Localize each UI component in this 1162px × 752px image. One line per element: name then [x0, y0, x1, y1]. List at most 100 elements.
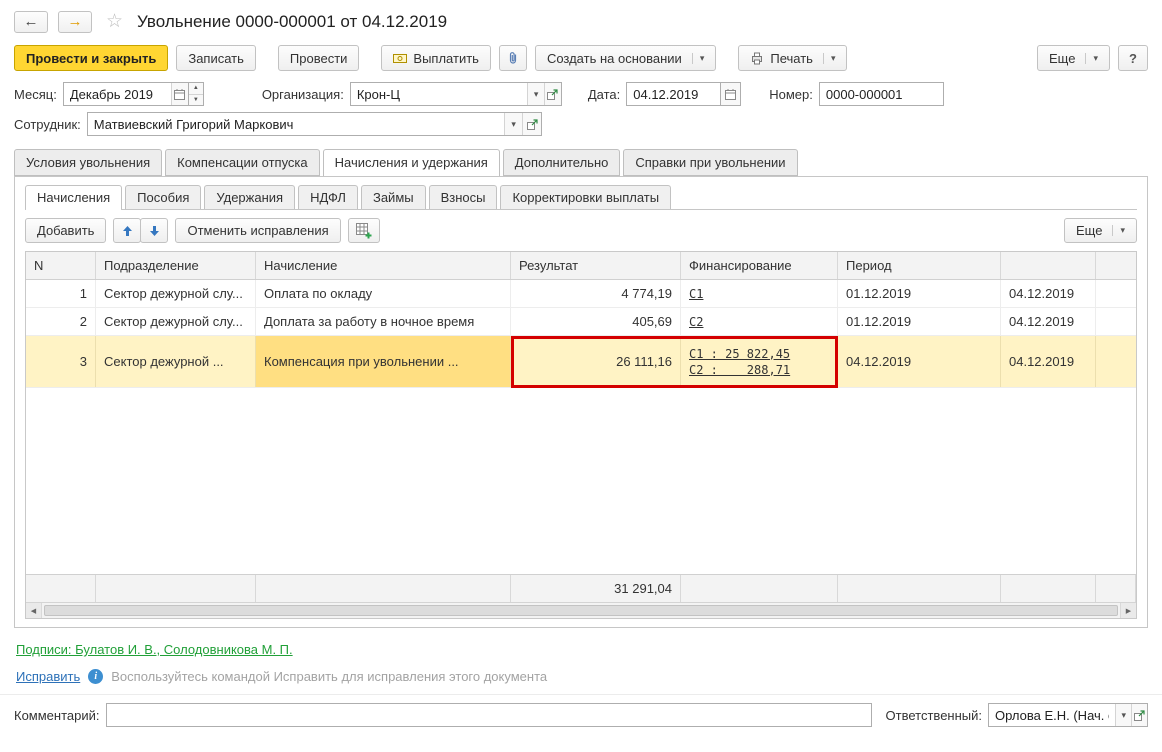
cell-financing[interactable]: С1 : 25 822,45 С2 : 288,71 — [681, 336, 838, 387]
subtab-accruals[interactable]: Начисления — [25, 185, 123, 210]
cell-extra[interactable] — [1096, 280, 1136, 307]
month-calendar-button[interactable] — [170, 83, 188, 105]
signatures-link[interactable]: Подписи: Булатов И. В., Солодовникова М.… — [16, 642, 293, 657]
add-button[interactable]: Добавить — [25, 218, 107, 243]
table-row[interactable]: 1 Сектор дежурной слу... Оплата по оклад… — [26, 280, 1136, 308]
cell-department[interactable]: Сектор дежурной слу... — [96, 280, 256, 307]
move-down-button[interactable] — [140, 218, 169, 243]
employee-dropdown-button[interactable]: ▾ — [503, 113, 523, 135]
tab-vacation-compensation[interactable]: Компенсации отпуска — [165, 149, 320, 176]
grid-toolbar: Добавить Отменить исправления Еще ▾ — [25, 210, 1137, 251]
number-input[interactable] — [819, 83, 943, 105]
subtab-benefits[interactable]: Пособия — [125, 185, 202, 209]
subtab-ndfl[interactable]: НДФЛ — [298, 185, 358, 209]
fields-row-2: Сотрудник: ▾ — [0, 109, 1162, 139]
cancel-corrections-button[interactable]: Отменить исправления — [175, 218, 341, 243]
financing-link[interactable]: С2 — [689, 315, 703, 329]
date-input[interactable] — [627, 83, 721, 105]
post-and-close-button[interactable]: Провести и закрыть — [14, 45, 169, 71]
cell-extra[interactable] — [1096, 308, 1136, 335]
more-button[interactable]: Еще ▾ — [1037, 45, 1110, 71]
horizontal-scrollbar[interactable]: ◀ ▶ — [26, 602, 1136, 618]
month-input[interactable] — [63, 83, 171, 105]
column-header-result[interactable]: Результат — [511, 252, 681, 279]
column-header-financing[interactable]: Финансирование — [681, 252, 838, 279]
spinner-down-button[interactable]: ▼ — [188, 94, 203, 105]
nav-forward-button[interactable]: → — [58, 10, 92, 33]
cell-accrual-selected[interactable]: Компенсация при увольнении ... — [256, 336, 511, 387]
cell-accrual[interactable]: Оплата по окладу — [256, 280, 511, 307]
subtab-deductions[interactable]: Удержания — [204, 185, 296, 209]
column-header-extra[interactable] — [1096, 252, 1136, 279]
column-header-period-end[interactable] — [1001, 252, 1096, 279]
pay-button[interactable]: Выплатить — [381, 45, 491, 71]
tab-dismissal-conditions[interactable]: Условия увольнения — [14, 149, 163, 176]
cell-period-end[interactable]: 04.12.2019 — [1001, 280, 1096, 307]
spinner-up-button[interactable]: ▲ — [188, 83, 203, 95]
banknote-icon — [393, 52, 408, 64]
cell-n[interactable]: 3 — [26, 336, 96, 387]
column-header-accrual[interactable]: Начисление — [256, 252, 511, 279]
column-header-department[interactable]: Подразделение — [96, 252, 256, 279]
cell-financing[interactable]: С1 — [681, 280, 838, 307]
attach-button[interactable] — [498, 45, 527, 71]
column-header-n[interactable]: N — [26, 252, 96, 279]
cell-result[interactable]: 26 111,16 — [511, 336, 681, 387]
cell-period-start[interactable]: 01.12.2019 — [838, 308, 1001, 335]
responsible-dropdown-button[interactable]: ▾ — [1115, 704, 1132, 726]
responsible-open-button[interactable] — [1131, 704, 1148, 726]
employee-open-button[interactable] — [522, 113, 541, 135]
change-form-button[interactable] — [347, 218, 380, 243]
fix-link[interactable]: Исправить — [16, 669, 80, 684]
move-up-button[interactable] — [113, 218, 142, 243]
scroll-thumb[interactable] — [44, 605, 1118, 616]
tab-additional[interactable]: Дополнительно — [502, 149, 621, 176]
employee-input[interactable] — [87, 113, 504, 135]
fix-hint: Воспользуйтесь командой Исправить для ис… — [111, 669, 548, 684]
column-header-period[interactable]: Период — [838, 252, 1001, 279]
cell-period-start[interactable]: 04.12.2019 — [838, 336, 1001, 387]
employee-label: Сотрудник: — [14, 116, 81, 132]
cell-period-end[interactable]: 04.12.2019 — [1001, 308, 1096, 335]
write-button[interactable]: Записать — [176, 45, 256, 71]
cell-department[interactable]: Сектор дежурной ... — [96, 336, 256, 387]
financing-link[interactable]: С2 : 288,71 — [689, 363, 790, 377]
arrow-down-icon — [149, 225, 160, 237]
cell-n[interactable]: 2 — [26, 308, 96, 335]
cell-result[interactable]: 4 774,19 — [511, 280, 681, 307]
subtab-contributions[interactable]: Взносы — [428, 185, 498, 209]
cell-result[interactable]: 405,69 — [511, 308, 681, 335]
nav-back-button[interactable]: ← — [14, 10, 48, 33]
tab-accruals-deductions[interactable]: Начисления и удержания — [322, 149, 500, 176]
grid-more-button[interactable]: Еще ▾ — [1064, 218, 1137, 243]
cell-extra[interactable] — [1096, 336, 1136, 387]
favorite-star-icon[interactable]: ☆ — [106, 10, 123, 33]
cell-period-start[interactable]: 01.12.2019 — [838, 280, 1001, 307]
help-button[interactable]: ? — [1118, 45, 1148, 71]
organization-input[interactable] — [350, 83, 528, 105]
organization-dropdown-button[interactable]: ▾ — [527, 83, 545, 105]
tab-dismissal-certificates[interactable]: Справки при увольнении — [623, 149, 798, 176]
responsible-input[interactable] — [989, 704, 1116, 726]
financing-link[interactable]: С1 — [689, 287, 703, 301]
back-arrow-icon: ← — [23, 13, 39, 30]
scroll-right-button[interactable]: ▶ — [1120, 603, 1136, 618]
cell-period-end[interactable]: 04.12.2019 — [1001, 336, 1096, 387]
organization-open-button[interactable] — [544, 83, 561, 105]
financing-link[interactable]: С1 : 25 822,45 — [689, 347, 790, 361]
cell-financing[interactable]: С2 — [681, 308, 838, 335]
table-row-selected[interactable]: 3 Сектор дежурной ... Компенсация при ув… — [26, 336, 1136, 388]
scroll-left-button[interactable]: ◀ — [26, 603, 42, 618]
post-button[interactable]: Провести — [277, 45, 360, 71]
cell-accrual[interactable]: Доплата за работу в ночное время — [256, 308, 511, 335]
table-row[interactable]: 2 Сектор дежурной слу... Доплата за рабо… — [26, 308, 1136, 336]
grid-empty-area[interactable] — [26, 388, 1136, 574]
cell-department[interactable]: Сектор дежурной слу... — [96, 308, 256, 335]
subtab-loans[interactable]: Займы — [360, 185, 426, 209]
comment-input[interactable] — [106, 704, 871, 726]
cell-n[interactable]: 1 — [26, 280, 96, 307]
date-calendar-button[interactable] — [721, 83, 741, 105]
create-on-basis-button[interactable]: Создать на основании ▾ — [534, 45, 717, 71]
print-button[interactable]: Печать ▾ — [738, 45, 848, 71]
subtab-payment-adjustments[interactable]: Корректировки выплаты — [500, 185, 672, 209]
